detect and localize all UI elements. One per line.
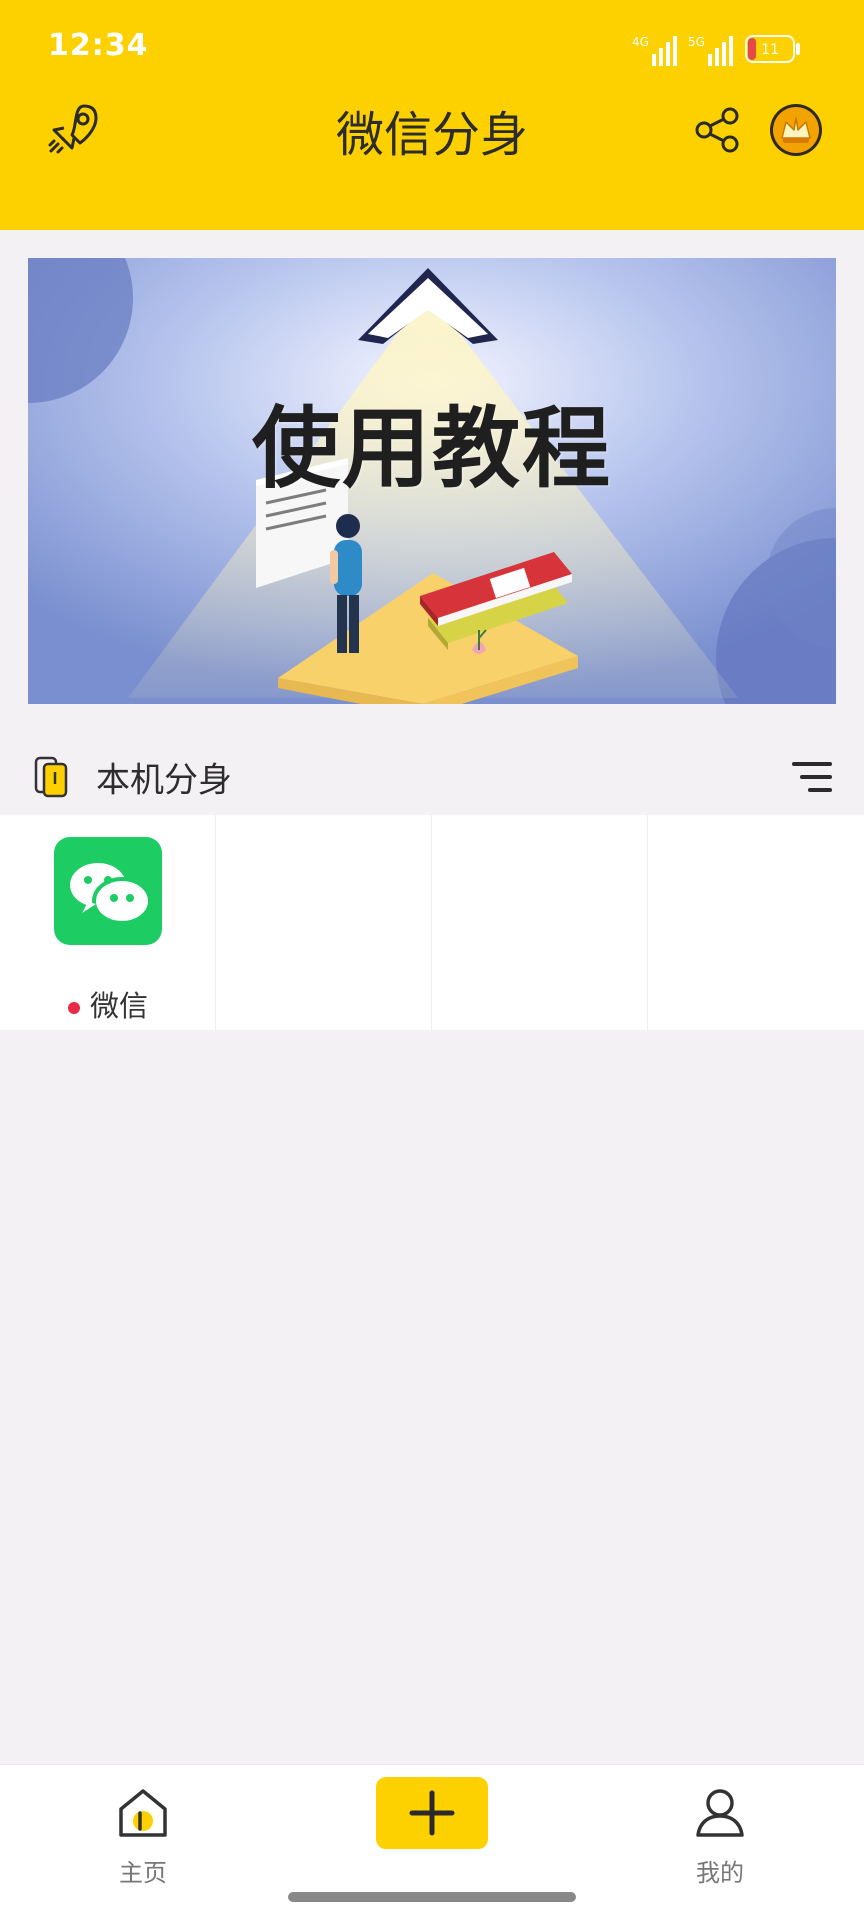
- empty-app-slot: [216, 815, 432, 1030]
- share-icon: [695, 107, 739, 153]
- banner-title: 使用教程: [251, 397, 612, 500]
- wechat-icon: [70, 863, 152, 925]
- network-5g-label: 5G: [688, 35, 705, 49]
- wechat-app-icon: 1: [54, 837, 162, 945]
- empty-app-slot: [648, 815, 864, 1030]
- add-clone-button[interactable]: [376, 1777, 488, 1849]
- status-time: 12:34: [48, 28, 149, 63]
- home-indicator: [288, 1892, 576, 1902]
- status-dot: [67, 1002, 80, 1014]
- tab-home-label: 主页: [119, 1859, 167, 1887]
- top-app-bar: 12:34 4G 5G 11 微信分身: [0, 0, 864, 230]
- app-grid: 1 微信: [0, 815, 864, 1030]
- section-title: 本机分身: [96, 760, 232, 801]
- filter-icon: [792, 762, 832, 792]
- empty-app-slot: [432, 815, 648, 1030]
- user-icon: [696, 1789, 744, 1837]
- filter-button[interactable]: [790, 754, 834, 800]
- network-4g-label: 4G: [632, 35, 649, 49]
- app-name: 微信: [89, 989, 148, 1023]
- status-bar-icons: 4G 5G 11: [632, 35, 800, 66]
- local-clones-section-header: 本机分身: [0, 740, 864, 814]
- app-cell-wechat[interactable]: 1 微信: [0, 815, 216, 1030]
- phone-icon: [34, 756, 68, 798]
- tab-mine[interactable]: 我的: [650, 1765, 790, 1887]
- crown-icon: [770, 104, 822, 156]
- home-icon: [119, 1789, 167, 1837]
- tab-home[interactable]: 主页: [73, 1765, 213, 1887]
- battery-level: 11: [761, 42, 779, 58]
- tab-mine-label: 我的: [696, 1859, 744, 1887]
- tutorial-banner[interactable]: 使用教程: [28, 258, 836, 704]
- app-label: 微信: [0, 983, 216, 1025]
- vip-button[interactable]: [764, 98, 828, 162]
- plus-icon: [409, 1790, 455, 1836]
- share-button[interactable]: [682, 94, 754, 166]
